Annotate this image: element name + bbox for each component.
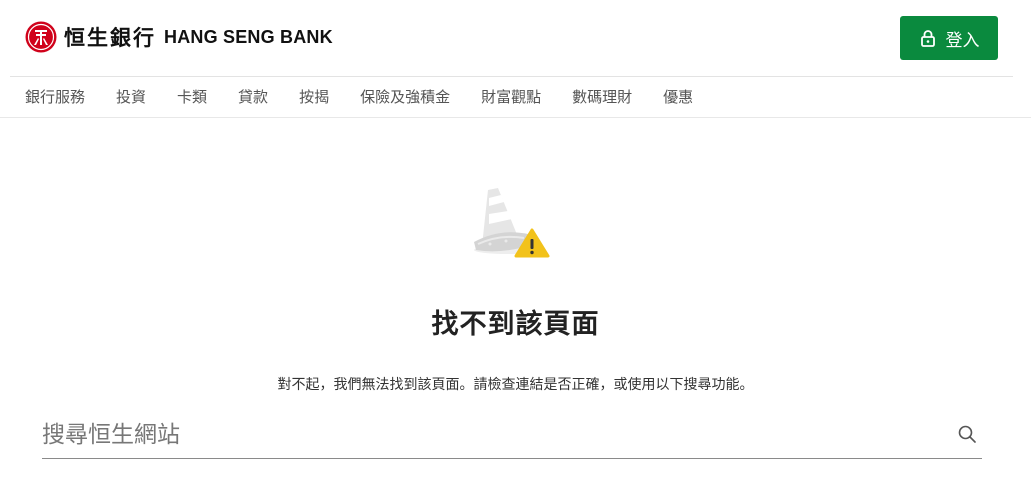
header-divider [10,76,1013,77]
brand-name-chinese: 恒生銀行 [64,25,156,50]
search-icon[interactable] [958,425,976,443]
nav-item-investment[interactable]: 投資 [116,86,146,108]
brand-name-english: HANG SENG BANK [164,26,333,47]
nav-item-insurance-mpf[interactable]: 保險及強積金 [360,86,450,108]
login-button[interactable]: 登入 [900,16,998,60]
nav-item-cards[interactable]: 卡類 [177,86,207,108]
nav-item-mortgage[interactable]: 按揭 [299,86,329,108]
nav-item-offers[interactable]: 優惠 [663,86,693,108]
nav-item-digital-banking[interactable]: 數碼理財 [572,86,632,108]
hang-seng-logo[interactable]: 恒生銀行 HANG SENG BANK [25,21,333,53]
nav-divider [0,117,1031,118]
login-label: 登入 [945,30,980,51]
error-description: 對不起，我們無法找到該頁面。請檢查連結是否正確，或使用以下搜尋功能。 [277,377,754,393]
broken-cone-warning-icon [474,188,550,258]
nav-item-loans[interactable]: 貸款 [238,86,268,108]
site-search [42,412,982,459]
hang-seng-emblem-icon [25,21,57,53]
page-title: 找不到該頁面 [431,309,600,340]
main-navigation: 銀行服務 投資 卡類 貸款 按揭 保險及強積金 財富觀點 數碼理財 優惠 [25,86,724,108]
nav-item-wealth-insights[interactable]: 財富觀點 [481,86,541,108]
nav-item-banking[interactable]: 銀行服務 [25,86,85,108]
lock-icon [920,30,935,47]
search-input[interactable] [42,418,942,452]
site-header: 恒生銀行 HANG SENG BANK 登入 [0,0,1031,76]
